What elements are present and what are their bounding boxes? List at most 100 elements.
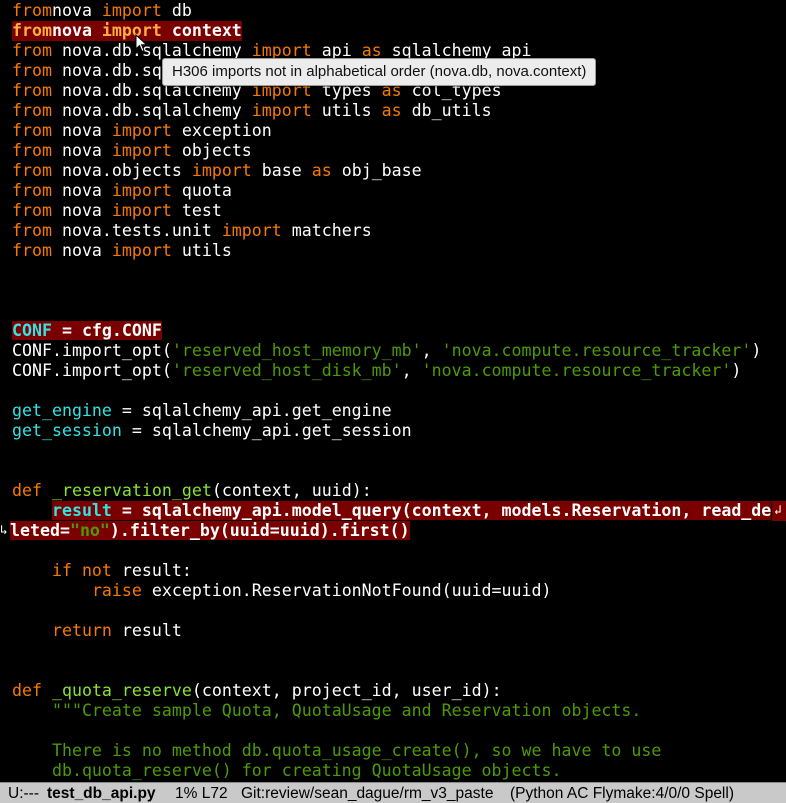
code-token: db_utils — [401, 101, 492, 120]
code-line[interactable]: from nova.objects import base as obj_bas… — [0, 161, 786, 181]
code-token: from — [12, 221, 52, 240]
code-line[interactable]: return result — [0, 621, 786, 641]
code-token: from — [12, 141, 52, 160]
code-token: import — [191, 161, 252, 180]
code-line-text: fromnova import db — [12, 1, 192, 21]
code-line[interactable]: def _reservation_get(context, uuid): — [0, 481, 786, 501]
code-token: nova — [51, 121, 112, 140]
code-token: import — [111, 181, 172, 200]
code-line[interactable]: from nova import test — [0, 201, 786, 221]
code-token: CONF.import_opt( — [12, 361, 172, 380]
code-line-text: db.quota_reserve() for creating QuotaUsa… — [12, 761, 562, 781]
code-line-text: get_session = sqlalchemy_api.get_session — [12, 421, 412, 441]
code-token: ).filter_by(uuid=uuid).first() — [109, 521, 410, 540]
code-token: def — [12, 481, 42, 500]
arrow-cursor-icon — [135, 34, 148, 53]
code-token: = sqlalchemy_api.get_session — [121, 421, 412, 440]
major-minor-modes[interactable]: (Python AC Flymake:4/0/0 Spell) — [510, 783, 734, 803]
code-token: nova.db.sqlalchemy — [51, 101, 252, 120]
code-line[interactable]: if not result: — [0, 561, 786, 581]
code-line[interactable]: from nova import utils — [0, 241, 786, 261]
code-token: from — [12, 181, 52, 200]
code-line[interactable]: get_session = sqlalchemy_api.get_session — [0, 421, 786, 441]
cursor-position: 1% L72 — [175, 785, 228, 802]
code-line-text: if not result: — [12, 561, 192, 581]
code-line-text: def _quota_reserve(context, project_id, … — [12, 681, 502, 701]
code-token: nova.objects — [51, 161, 192, 180]
code-line[interactable]: CONF.import_opt('reserved_host_memory_mb… — [0, 341, 786, 361]
tooltip-text: H306 imports not in alphabetical order (… — [172, 63, 587, 80]
code-token: nova — [51, 201, 112, 220]
code-token: result: — [111, 561, 192, 580]
code-token: import — [221, 221, 282, 240]
code-token: exception.ReservationNotFound(uuid=uuid) — [141, 581, 552, 600]
code-token: if not — [51, 561, 112, 580]
code-token: db.quota_reserve() for creating QuotaUsa… — [51, 761, 562, 780]
code-token: exception — [171, 121, 272, 140]
code-token: def — [12, 681, 42, 700]
code-line-text: def _reservation_get(context, uuid): — [12, 481, 372, 501]
code-line[interactable]: """Create sample Quota, QuotaUsage and R… — [0, 701, 786, 721]
code-token: = sqlalchemy_api.model_query(context, mo… — [111, 501, 772, 520]
code-token: = cfg.CONF — [51, 321, 162, 340]
code-token: import — [111, 201, 172, 220]
code-line-text: CONF.import_opt('reserved_host_memory_mb… — [12, 341, 761, 361]
code-line[interactable]: fromnova import context — [0, 21, 786, 41]
code-token: nova — [51, 21, 102, 40]
code-line-text: get_engine = sqlalchemy_api.get_engine — [12, 401, 392, 421]
code-line[interactable]: get_engine = sqlalchemy_api.get_engine — [0, 401, 786, 421]
code-token: return — [51, 621, 112, 640]
code-token: from — [12, 121, 52, 140]
code-line[interactable]: from nova.tests.unit import matchers — [0, 221, 786, 241]
code-token: from — [12, 21, 52, 40]
code-token: db — [161, 1, 192, 20]
flymake-error-tooltip: H306 imports not in alphabetical order (… — [162, 58, 597, 86]
code-token: get_engine — [12, 401, 112, 420]
code-line[interactable]: CONF = cfg.CONF — [0, 321, 786, 341]
code-line-text: CONF = cfg.CONF — [12, 321, 162, 341]
code-line[interactable]: There is no method db.quota_usage_create… — [0, 741, 786, 761]
code-token: get_session — [12, 421, 122, 440]
code-line[interactable]: def _quota_reserve(context, project_id, … — [0, 681, 786, 701]
code-line[interactable]: from nova import objects — [0, 141, 786, 161]
code-line[interactable]: CONF.import_opt('reserved_host_disk_mb',… — [0, 361, 786, 381]
code-token: CONF.import_opt( — [12, 341, 172, 360]
code-line[interactable]: from nova.db.sqlalchemy import utils as … — [0, 101, 786, 121]
code-line-text: """Create sample Quota, QuotaUsage and R… — [12, 701, 641, 721]
code-token: result — [111, 621, 182, 640]
code-token: import — [251, 101, 312, 120]
code-token: from — [12, 101, 52, 120]
code-line[interactable]: raise exception.ReservationNotFound(uuid… — [0, 581, 786, 601]
code-line[interactable]: from nova import exception — [0, 121, 786, 141]
code-token: from — [12, 201, 52, 220]
buffer-filename[interactable]: test_db_api.py — [47, 783, 156, 803]
code-editor[interactable]: fromnova import db fromnova import contex… — [0, 0, 786, 782]
code-line-text: from nova import objects — [12, 141, 252, 161]
code-token: "no" — [69, 521, 110, 540]
code-line[interactable]: from nova import quota — [0, 181, 786, 201]
code-token: base — [251, 161, 312, 180]
code-line-text: leted="no").filter_by(uuid=uuid).first() — [10, 521, 410, 541]
code-line[interactable]: db.quota_reserve() for creating QuotaUsa… — [0, 761, 786, 781]
code-token: _reservation_get — [51, 481, 212, 500]
code-token: There is no method db.quota_usage_create… — [51, 741, 662, 760]
code-line-text: return result — [12, 621, 182, 641]
code-token: context — [161, 21, 242, 40]
code-token: import — [111, 241, 172, 260]
code-line[interactable]: result = sqlalchemy_api.model_query(cont… — [0, 501, 786, 521]
mode-line: U:--- test_db_api.py 1% L72 Git:review/s… — [0, 782, 786, 803]
code-line[interactable]: fromnova import db — [0, 1, 786, 21]
code-line[interactable]: leted="no").filter_by(uuid=uuid).first()… — [0, 521, 786, 541]
code-token: from — [12, 61, 52, 80]
git-branch[interactable]: Git:review/sean_dague/rm_v3_paste — [241, 783, 493, 803]
code-token: , — [401, 361, 422, 380]
code-line-text: from nova.tests.unit import matchers — [12, 221, 372, 241]
code-line-text: from nova.db.sqlalchemy import utils as … — [12, 101, 492, 121]
